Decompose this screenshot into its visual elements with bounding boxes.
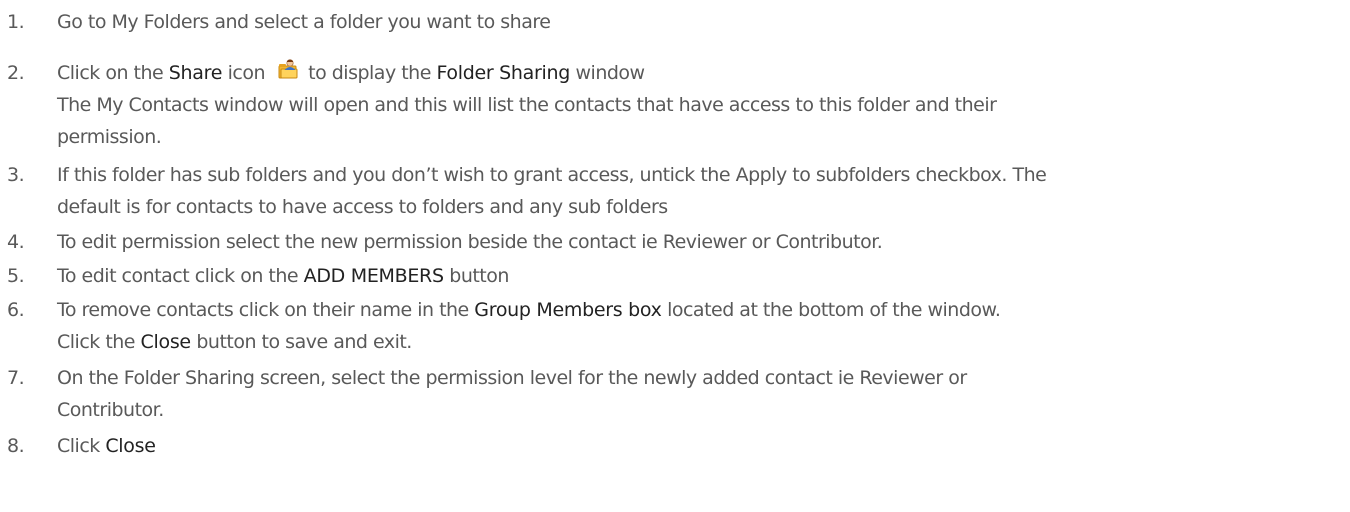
step-text: On the Folder Sharing screen, select the… (57, 367, 967, 389)
close-label: Close (140, 331, 192, 353)
step-text: Contributor. (57, 399, 164, 421)
step-number: 5. (7, 265, 25, 287)
step-text-segment: Go to My Folders and select a folder you… (57, 11, 551, 33)
step-number: 6. (7, 299, 25, 321)
step-text-segment: Click on the (57, 62, 169, 84)
close-label: Close (105, 435, 156, 457)
step-text: Click Close (57, 430, 156, 462)
step-text-segment: located at the bottom of the window. (661, 299, 1001, 321)
step-text: Click the Close button to save and exit. (57, 326, 412, 358)
share-folder-icon (278, 59, 298, 79)
step-text-segment: To edit contact click on the (57, 265, 304, 287)
step-text-segment: To remove contacts click on their name i… (57, 299, 475, 321)
step-text: The My Contacts window will open and thi… (57, 94, 997, 116)
step-number: 8. (7, 435, 25, 457)
step-text-segment: window (569, 62, 646, 84)
step-number: 2. (7, 62, 25, 84)
step-text-segment: to display the (302, 62, 437, 84)
step-text: Click on the Share icon to display the F… (57, 57, 645, 89)
step-text-segment: button (443, 265, 509, 287)
step-number: 4. (7, 231, 25, 253)
step-text-segment: icon (222, 62, 271, 84)
folder-sharing-label: Folder Sharing (436, 62, 570, 84)
step-text: default is for contacts to have access t… (57, 196, 668, 218)
step-text: To edit contact click on the ADD MEMBERS… (57, 260, 509, 292)
group-members-box-label: Group Members box (474, 299, 662, 321)
step-text-segment: Click (57, 435, 106, 457)
step-number: 7. (7, 367, 25, 389)
instructions-document: 1. Go to My Folders and select a folder … (0, 0, 1350, 512)
step-text-segment: button to save and exit. (190, 331, 412, 353)
step-text: Go to My Folders and select a folder you… (57, 6, 551, 38)
add-members-label: ADD MEMBERS (303, 265, 444, 287)
step-text: To remove contacts click on their name i… (57, 294, 1001, 326)
step-text: To edit permission select the new permis… (57, 231, 883, 253)
step-number: 1. (7, 11, 25, 33)
step-text-segment: Click the (57, 331, 141, 353)
step-text: If this folder has sub folders and you d… (57, 164, 1047, 186)
step-number: 3. (7, 164, 25, 186)
step-text: permission. (57, 126, 162, 148)
share-label: Share (168, 62, 223, 84)
